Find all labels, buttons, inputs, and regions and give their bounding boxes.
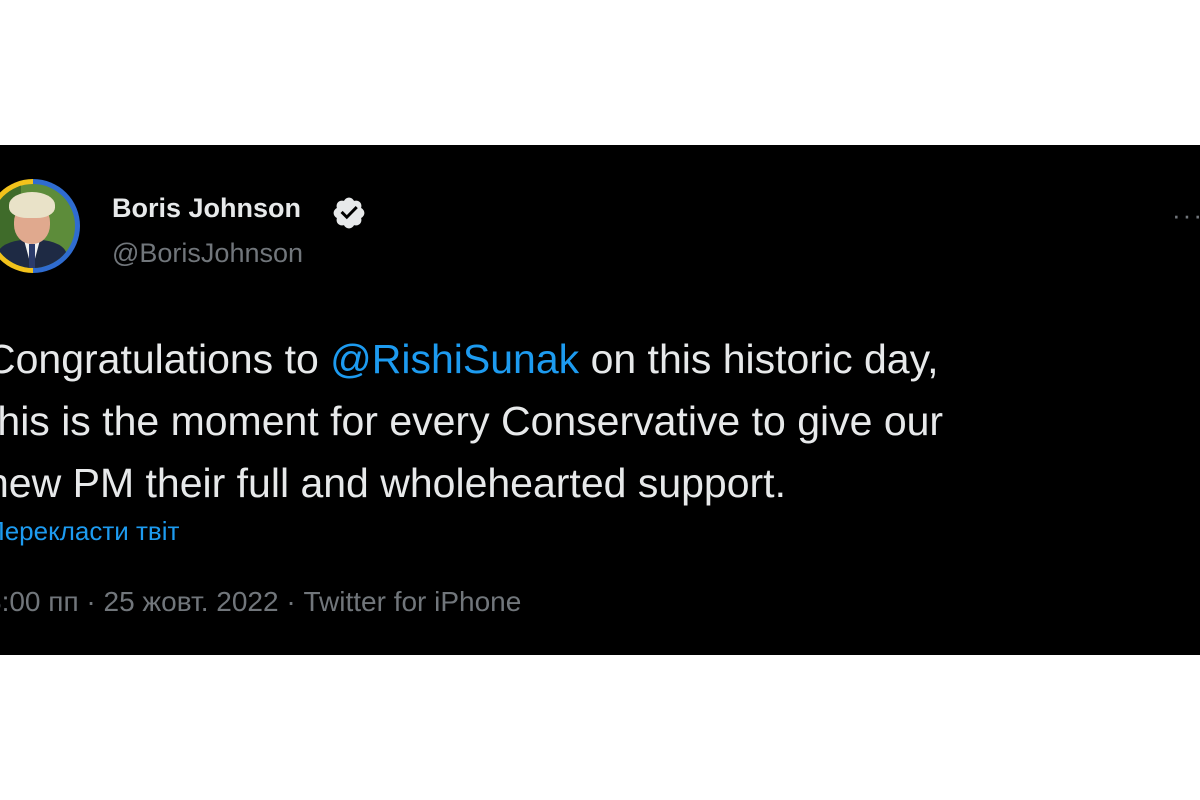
- tweet-date[interactable]: 25 жовт. 2022: [104, 586, 279, 617]
- tweet-source: Twitter for iPhone: [303, 586, 522, 617]
- tweet-meta: 8:00 пп · 25 жовт. 2022 · Twitter for iP…: [0, 586, 521, 618]
- author-display-name[interactable]: Boris Johnson: [112, 193, 301, 224]
- translate-tweet-link[interactable]: Перекласти твіт: [0, 516, 179, 547]
- more-options-icon[interactable]: ···: [1172, 200, 1200, 231]
- tweet-card: Boris Johnson @BorisJohnson ··· Congratu…: [0, 145, 1200, 655]
- tweet-time[interactable]: 8:00 пп: [0, 586, 79, 617]
- author-handle[interactable]: @BorisJohnson: [112, 238, 303, 269]
- tweet-text: Congratulations to @RishiSunak on this h…: [0, 328, 1196, 514]
- tweet-text-line-3: new PM their full and wholehearted suppo…: [0, 460, 786, 506]
- tweet-text-line-2: this is the moment for every Conservativ…: [0, 398, 944, 444]
- mention-link[interactable]: @RishiSunak: [330, 336, 579, 382]
- avatar-photo: [0, 184, 75, 268]
- tweet-text-line-1: Congratulations to @RishiSunak on this h…: [0, 336, 939, 382]
- avatar[interactable]: [0, 179, 80, 273]
- verified-badge-icon: [333, 197, 365, 229]
